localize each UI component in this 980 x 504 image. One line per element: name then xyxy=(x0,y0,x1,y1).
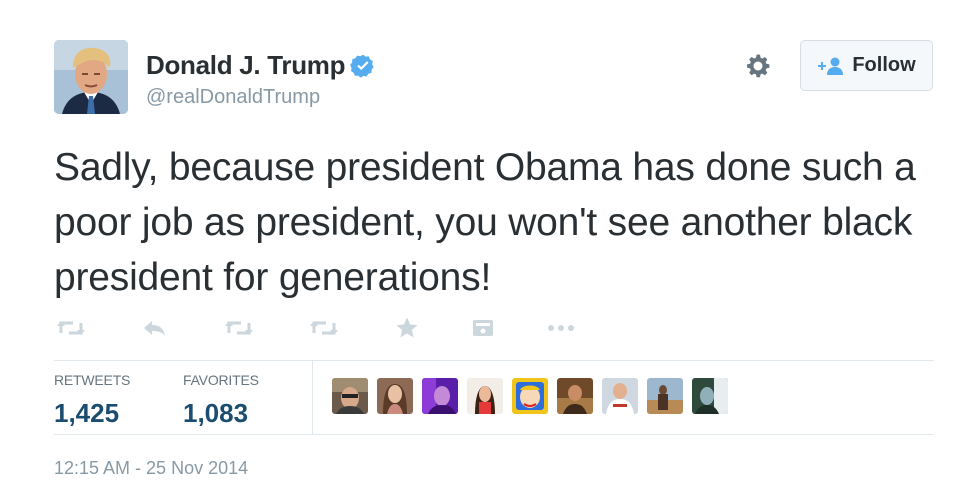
embed-icon[interactable] xyxy=(470,312,496,344)
stats-top-divider xyxy=(54,360,934,361)
add-user-icon xyxy=(818,57,844,75)
favorites-label: FAVORITES xyxy=(183,372,259,388)
verified-badge-icon xyxy=(350,54,374,78)
retweets-stat[interactable]: RETWEETS 1,425 xyxy=(54,372,130,429)
favorite-star-icon[interactable] xyxy=(394,312,420,344)
favoriter-avatar[interactable] xyxy=(557,378,593,414)
favoriter-avatar[interactable] xyxy=(422,378,458,414)
retweets-count[interactable]: 1,425 xyxy=(54,398,130,429)
favoriter-avatar[interactable] xyxy=(602,378,638,414)
more-icon[interactable] xyxy=(544,312,578,344)
retweets-label: RETWEETS xyxy=(54,372,131,388)
follow-label: Follow xyxy=(852,54,916,76)
retweet-icon[interactable] xyxy=(54,312,88,344)
display-name-text[interactable]: Donald J. Trump xyxy=(146,50,345,81)
favoriter-avatar[interactable] xyxy=(512,378,548,414)
profile-avatar[interactable] xyxy=(54,40,128,114)
retweet-icon[interactable] xyxy=(222,312,256,344)
favoriter-avatar[interactable] xyxy=(647,378,683,414)
reply-icon[interactable] xyxy=(140,312,170,344)
user-name-block[interactable]: Donald J. Trump @realDonaldTrump xyxy=(146,50,376,109)
favoriter-avatar[interactable] xyxy=(377,378,413,414)
follow-button[interactable]: Follow xyxy=(800,40,933,91)
favorites-count[interactable]: 1,083 xyxy=(183,398,259,429)
favorites-stat[interactable]: FAVORITES 1,083 xyxy=(183,372,259,429)
tweet-actions xyxy=(54,312,614,344)
retweet-icon[interactable] xyxy=(307,312,341,344)
favoriter-avatar[interactable] xyxy=(332,378,368,414)
favoriter-avatar[interactable] xyxy=(692,378,728,414)
stats-bottom-divider xyxy=(54,434,934,435)
favoriters-avatars xyxy=(332,378,728,414)
screen-name[interactable]: @realDonaldTrump xyxy=(146,86,376,109)
stats-vertical-divider xyxy=(312,361,313,434)
tweet-timestamp[interactable]: 12:15 AM - 25 Nov 2014 xyxy=(54,458,248,479)
display-name[interactable]: Donald J. Trump xyxy=(146,50,376,81)
favoriter-avatar[interactable] xyxy=(467,378,503,414)
gear-icon[interactable] xyxy=(742,50,774,82)
tweet-text: Sadly, because president Obama has done … xyxy=(54,146,916,299)
